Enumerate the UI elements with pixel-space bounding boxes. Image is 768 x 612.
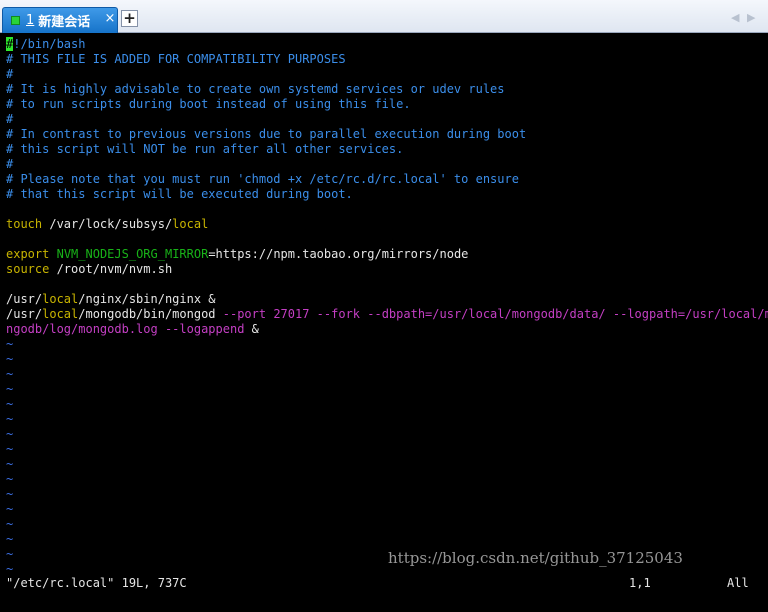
terminal-line: ~ [6,562,13,577]
terminal-line: /usr/local/nginx/sbin/nginx & [6,292,216,307]
terminal-text: # It is highly advisable to create own s… [6,82,505,96]
terminal-text: ~ [6,562,14,576]
scroll-tabs-left-icon[interactable]: ◀ [731,11,739,24]
terminal-line: # In contrast to previous versions due t… [6,127,526,142]
tab-title: 新建会话 [38,15,91,30]
terminal-text: export [6,247,50,261]
terminal-line: ~ [6,457,13,472]
terminal-line: ~ [6,442,13,457]
watermark: https://blog.csdn.net/github_37125043 [388,549,683,567]
terminal-text: ~ [6,412,14,426]
terminal-text: /mongodb/bin/mongod [78,307,223,321]
terminal-text: # [6,112,14,126]
close-tab-icon[interactable]: × [101,10,119,28]
terminal-line: ngodb/log/mongodb.log --logappend & [6,322,259,337]
terminal-text: ~ [6,337,14,351]
terminal-text: # this script will NOT be run after all … [6,142,404,156]
terminal-text: # In contrast to previous versions due t… [6,127,527,141]
terminal-text: source [6,262,50,276]
terminal-text: local [172,217,209,231]
terminal-text: local [42,292,79,306]
terminal-text: ~ [6,532,14,546]
terminal-text: NVM_NODEJS_ORG_MIRROR [56,247,209,261]
terminal-line: ~ [6,547,13,562]
terminal-text: ~ [6,427,14,441]
terminal-text: & [244,322,259,336]
terminal-screen[interactable]: "/etc/rc.local" 19L, 737C 1,1 All #!/bin… [0,33,768,612]
terminal-line: source /root/nvm/nvm.sh [6,262,172,277]
tab-bar: 1 新建会话 × + ◀ ▶ [0,0,768,33]
terminal-line: /usr/local/mongodb/bin/mongod --port 270… [6,307,768,322]
terminal-line: export NVM_NODEJS_ORG_MIRROR=https://npm… [6,247,468,262]
terminal-text: ~ [6,367,14,381]
vim-status-message: "/etc/rc.local" 19L, 737C [6,576,187,590]
scroll-tabs-right-icon[interactable]: ▶ [747,11,755,24]
terminal-line: ~ [6,502,13,517]
terminal-line: # Please note that you must run 'chmod +… [6,172,519,187]
add-tab-button[interactable]: + [121,10,138,27]
terminal-line: touch /var/lock/subsys/local [6,217,208,232]
terminal-line: ~ [6,382,13,397]
terminal-text: # [6,67,14,81]
terminal-line: # to run scripts during boot instead of … [6,97,411,112]
terminal-text: touch [6,217,43,231]
connection-status-icon [11,16,20,25]
terminal-line: ~ [6,532,13,547]
terminal-text: local [42,307,79,321]
terminal-line: # THIS FILE IS ADDED FOR COMPATIBILITY P… [6,52,346,67]
terminal-line: ~ [6,337,13,352]
terminal-text: # THIS FILE IS ADDED FOR COMPATIBILITY P… [6,52,346,66]
terminal-text: ~ [6,352,14,366]
terminal-text: /usr/ [6,292,43,306]
terminal-text: # that this script will be executed duri… [6,187,353,201]
terminal-line: # [6,112,13,127]
tab-session-1[interactable]: 1 新建会话 × [2,7,118,33]
terminal-text: =https://npm.taobao.org/mirrors/node [208,247,469,261]
tab-number: 1 [26,13,35,28]
terminal-text: /usr/ [6,307,43,321]
terminal-text: ~ [6,457,14,471]
terminal-text: ~ [6,547,14,561]
cursor-position: 1,1 [629,576,651,590]
terminal-text: ~ [6,442,14,456]
terminal-line: ~ [6,397,13,412]
terminal-text: /root/nvm/nvm.sh [49,262,173,276]
terminal-text: --port 27017 --fork --dbpath=/usr/local/… [222,307,768,321]
terminal-text: ~ [6,517,14,531]
terminal-text: /nginx/sbin/nginx & [78,292,216,306]
terminal-line: ~ [6,352,13,367]
terminal-line: ~ [6,427,13,442]
terminal-text: ~ [6,487,14,501]
terminal-line: # that this script will be executed duri… [6,187,353,202]
terminal-text: ~ [6,382,14,396]
terminal-text: !/bin/bash [13,37,86,51]
terminal-text: ~ [6,472,14,486]
terminal-line: ~ [6,487,13,502]
terminal-line: ~ [6,517,13,532]
terminal-text: # to run scripts during boot instead of … [6,97,411,111]
terminal-text: ngodb/log/mongodb.log --logappend [6,322,245,336]
terminal-line: # [6,67,13,82]
terminal-line: # It is highly advisable to create own s… [6,82,505,97]
terminal-line: ~ [6,367,13,382]
terminal-text: ~ [6,397,14,411]
terminal-line: ~ [6,412,13,427]
terminal-text: # [6,157,14,171]
terminal-line: # [6,157,13,172]
terminal-line: # this script will NOT be run after all … [6,142,403,157]
terminal-text: /var/lock/subsys/ [42,217,173,231]
terminal-text: # Please note that you must run 'chmod +… [6,172,519,186]
terminal-text: ~ [6,502,14,516]
terminal-line: ~ [6,472,13,487]
scroll-indicator: All [727,576,749,590]
terminal-line: #!/bin/bash [6,37,85,52]
